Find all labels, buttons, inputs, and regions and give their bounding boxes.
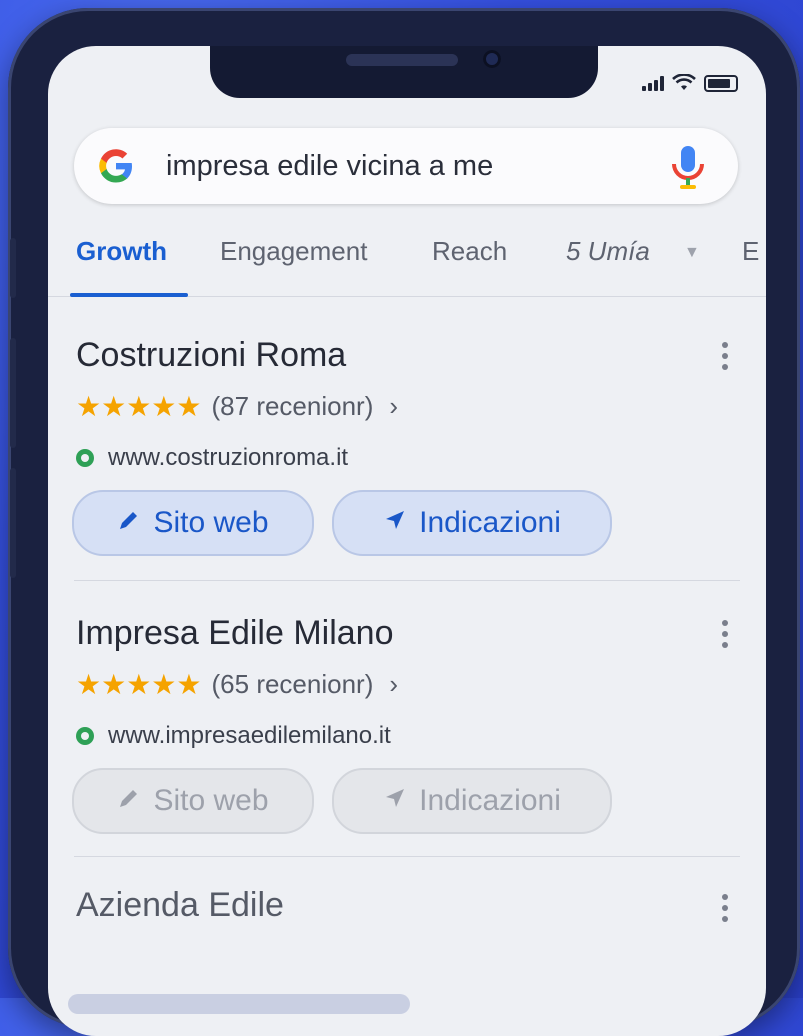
website-button-label: Sito web [153,784,269,817]
tab-growth[interactable]: Growth [76,236,167,267]
rating-row: ★★★★★ (65 recenionr) › [76,668,398,701]
chevron-right-icon[interactable]: › [389,391,398,422]
more-options-icon[interactable] [722,620,728,653]
star-rating: ★★★★★ [76,391,202,422]
site-status-icon [76,449,94,467]
microphone-icon[interactable] [668,144,708,190]
site-status-icon [76,727,94,745]
directions-button[interactable]: Indicazioni [332,768,612,834]
tab-umia[interactable]: 5 Umía [566,236,650,267]
active-tab-indicator [70,293,188,297]
result-title[interactable]: Azienda Edile [76,886,284,925]
loading-placeholder [68,994,410,1014]
search-bar[interactable]: impresa edile vicina a me [74,128,738,204]
result-title[interactable]: Impresa Edile Milano [76,614,393,653]
more-options-icon[interactable] [722,342,728,375]
tab-engagement[interactable]: Engagement [220,236,367,267]
tab-reach[interactable]: Reach [432,236,507,267]
front-camera [483,50,501,68]
status-bar [642,74,738,92]
volume-down-button [10,468,16,578]
result-url[interactable]: www.impresaedilemilano.it [108,722,391,750]
result-url[interactable]: www.costruzionroma.it [108,444,348,472]
star-rating: ★★★★★ [76,669,202,700]
directions-button-label: Indicazioni [419,784,561,817]
navigation-arrow-icon [383,506,407,540]
wifi-icon [672,74,696,90]
dropdown-caret-icon[interactable]: ▼ [684,244,700,262]
url-row[interactable]: www.costruzionroma.it [76,444,348,472]
divider [74,856,740,857]
website-button[interactable]: Sito web [72,768,314,834]
signal-icon [642,75,664,91]
divider [74,580,740,581]
result-title[interactable]: Costruzioni Roma [76,336,346,375]
review-count[interactable]: (87 recenionr) [212,391,374,422]
navigation-arrow-icon [383,784,407,818]
more-options-icon[interactable] [722,894,728,927]
website-button-label: Sito web [153,506,269,539]
review-count[interactable]: (65 recenionr) [212,669,374,700]
website-button[interactable]: Sito web [72,490,314,556]
pencil-icon [117,784,141,818]
pencil-icon [117,506,141,540]
phone-side-button [10,238,16,298]
tab-overflow[interactable]: E [742,236,759,267]
rating-row: ★★★★★ (87 recenionr) › [76,390,398,423]
search-query-text[interactable]: impresa edile vicina a me [166,150,493,183]
url-row[interactable]: www.impresaedilemilano.it [76,722,391,750]
search-tabs: Growth Engagement Reach 5 Umía ▼ E [48,226,766,297]
earpiece-speaker [346,54,458,66]
battery-icon [704,74,738,92]
chevron-right-icon[interactable]: › [389,669,398,700]
volume-up-button [10,338,16,448]
directions-button[interactable]: Indicazioni [332,490,612,556]
phone-screen: impresa edile vicina a me Growth Engagem… [48,46,766,1036]
notch [210,46,598,98]
directions-button-label: Indicazioni [419,506,561,539]
google-logo-icon [99,149,132,183]
